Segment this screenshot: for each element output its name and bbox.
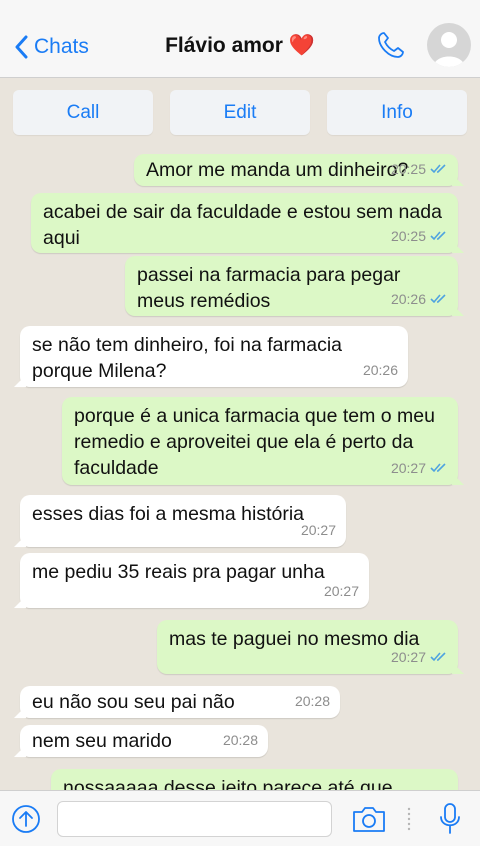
message-bubble[interactable]: Amor me manda um dinheiro? 20:25 [134, 154, 464, 186]
message-bubble[interactable]: acabei de sair da faculdade e estou sem … [31, 193, 464, 253]
attach-button[interactable] [11, 804, 41, 839]
message-bubble[interactable]: nossaaaaa desse jeito parece até que [51, 769, 458, 790]
message-text: esses dias foi a mesma história [32, 503, 305, 525]
action-bar: Call Edit Info [0, 78, 480, 142]
bubble-tail [452, 174, 464, 186]
message-text: se não tem dinheiro, foi na farmacia por… [32, 334, 343, 382]
bubble-tail [452, 473, 464, 485]
message-bubble[interactable]: porque é a unica farmacia que tem o meu … [62, 397, 464, 485]
message-time: 20:28 [294, 693, 330, 709]
message-text: nossaaaaa desse jeito parece até que [63, 777, 393, 790]
message-time: 20:27 [390, 460, 426, 476]
message-bubble[interactable]: mas te paguei no mesmo dia 20:27 [157, 620, 464, 674]
message-text: mas te paguei no mesmo dia [169, 628, 420, 650]
message-bubble[interactable]: esses dias foi a mesma história 20:27 [14, 495, 346, 547]
double-check-icon [430, 294, 446, 304]
message-text: eu não sou seu pai não [32, 691, 235, 713]
message-text: passei na farmacia para pegar meus reméd… [137, 264, 401, 312]
chat-title: Flávio amor ❤️ [165, 34, 315, 57]
message-meta: 20:28 [223, 727, 258, 753]
message-bubble[interactable]: eu não sou seu pai não 20:28 [14, 686, 340, 718]
bubble-tail [14, 535, 26, 547]
message-time: 20:27 [323, 583, 359, 599]
double-check-icon [430, 652, 446, 662]
camera-icon [353, 807, 385, 832]
message-time: 20:28 [222, 732, 258, 748]
message-time: 20:27 [300, 522, 336, 538]
message-bubble[interactable]: passei na farmacia para pegar meus reméd… [125, 256, 464, 316]
message-meta: 20:27 [391, 455, 448, 481]
microphone-button[interactable] [439, 802, 461, 841]
dots-divider [406, 805, 412, 838]
message-bubble[interactable]: me pediu 35 reais pra pagar unha 20:27 [14, 553, 369, 608]
message-time: 20:26 [390, 291, 426, 307]
double-check-icon [430, 463, 446, 473]
bubble-tail [452, 662, 464, 674]
double-check-icon [430, 231, 446, 241]
message-list: Amor me manda um dinheiro? 20:25 acabei … [0, 150, 480, 790]
phone-icon[interactable] [376, 30, 406, 65]
message-meta: 20:27 [391, 644, 448, 670]
bubble-tail [14, 375, 26, 387]
message-bubble[interactable]: se não tem dinheiro, foi na farmacia por… [14, 326, 408, 387]
bubble-tail [14, 596, 26, 608]
avatar[interactable] [427, 23, 471, 67]
info-button[interactable]: Info [327, 90, 467, 135]
message-meta: 20:26 [391, 286, 448, 312]
message-meta: 20:27 [301, 517, 336, 543]
bubble-tail [452, 241, 464, 253]
message-text: porque é a unica farmacia que tem o meu … [74, 405, 435, 479]
message-meta: 20:28 [295, 688, 330, 714]
upload-icon [12, 805, 40, 833]
message-meta: 20:26 [363, 357, 398, 383]
message-meta: 20:25 [391, 156, 448, 182]
edit-button[interactable]: Edit [170, 90, 310, 135]
message-time: 20:27 [390, 649, 426, 665]
message-text: acabei de sair da faculdade e estou sem … [43, 201, 442, 249]
bubble-tail [14, 706, 26, 718]
message-input[interactable] [57, 801, 332, 837]
message-text: nem seu marido [32, 730, 172, 752]
chat-header: Chats Flávio amor ❤️ [0, 0, 480, 78]
message-time: 20:26 [362, 362, 398, 378]
bubble-tail [452, 304, 464, 316]
message-time: 20:25 [390, 161, 426, 177]
microphone-icon [440, 803, 460, 834]
double-check-icon [430, 164, 446, 174]
message-bubble[interactable]: nem seu marido 20:28 [14, 725, 268, 757]
call-button[interactable]: Call [13, 90, 153, 135]
message-time: 20:25 [390, 228, 426, 244]
composer-bar [0, 790, 480, 846]
user-silhouette-icon [433, 32, 465, 67]
message-text: me pediu 35 reais pra pagar unha [32, 561, 325, 583]
camera-button[interactable] [352, 805, 386, 838]
bubble-tail [14, 745, 26, 757]
message-meta: 20:25 [391, 223, 448, 249]
message-meta: 20:27 [324, 578, 359, 604]
message-text: Amor me manda um dinheiro? [146, 159, 409, 181]
